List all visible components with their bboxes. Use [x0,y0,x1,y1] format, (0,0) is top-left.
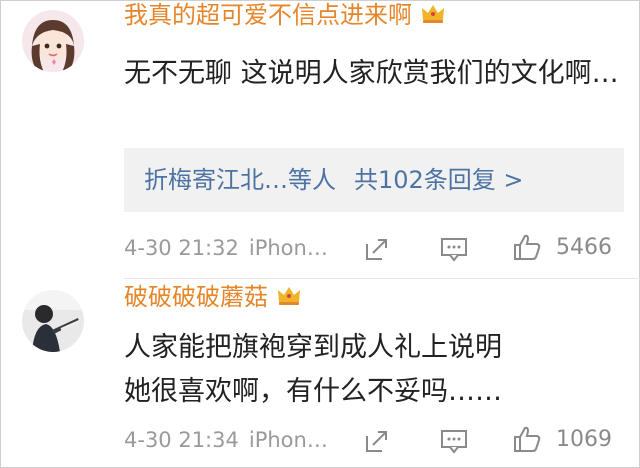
crown-icon [420,1,446,31]
comment-divider [124,278,640,279]
reply-icon[interactable] [440,428,468,454]
like-icon[interactable] [512,232,542,262]
reply-summary-box[interactable]: 折梅寄江北…等人 共102条回复 > [124,148,624,212]
like-count: 5466 [556,235,612,260]
avatar[interactable] [22,290,84,352]
username[interactable]: 破破破破蘑菇 [124,282,302,313]
reply-summary-link[interactable]: 折梅寄江北…等人 共102条回复 > [144,164,524,196]
reply-icon[interactable] [440,236,468,262]
timestamp: 4-30 21:34 iPhon… [124,428,328,452]
like-count: 1069 [556,427,612,452]
comment-meta: 4-30 21:34 iPhon… 1069 [124,422,624,458]
timestamp: 4-30 21:32 iPhon… [124,236,328,260]
avatar[interactable] [22,10,84,72]
share-icon[interactable] [364,236,390,262]
reply-count: 共102条回复 > [354,166,524,194]
reply-users: 折梅寄江北…等人 [144,166,336,194]
username[interactable]: 我真的超可爱不信点进来啊 [124,0,446,31]
comment-text: 无不无聊 这说明人家欣赏我们的文化啊… [124,58,619,89]
comment-text: 人家能把旗袍穿到成人礼上说明她很喜欢啊，有什么不妥吗…… [124,332,502,407]
crown-icon [276,283,302,313]
comment-meta: 4-30 21:32 iPhon… 5466 [124,230,624,266]
share-icon[interactable] [364,428,390,454]
like-icon[interactable] [512,424,542,454]
